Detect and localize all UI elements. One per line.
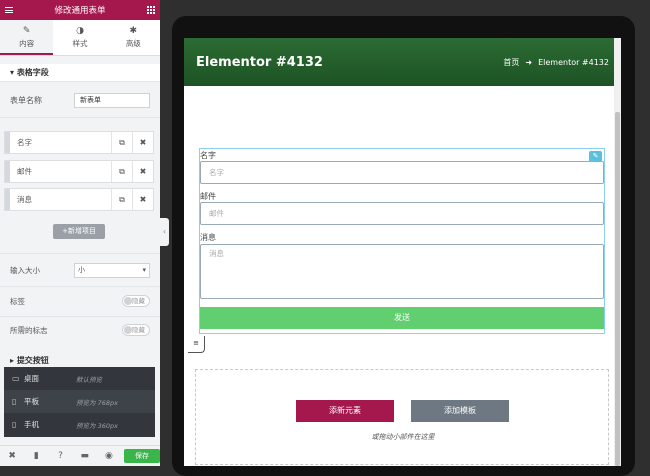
required-toggle[interactable]: 隐藏	[122, 324, 150, 336]
gear-icon: ✱	[129, 26, 138, 36]
close-icon[interactable]: ✖	[0, 451, 24, 461]
device-tablet[interactable]: ▯ 平板 预览为 768px	[4, 390, 155, 413]
tab-advanced[interactable]: ✱ 高级	[107, 20, 160, 55]
tab-style[interactable]: ◑ 样式	[53, 20, 106, 55]
panel-footer: ✖ ▮ ? ▬ ◉ 保存	[0, 445, 160, 466]
section-title: 提交按钮	[16, 356, 49, 365]
duplicate-icon[interactable]: ⧉	[111, 132, 132, 153]
add-template-button[interactable]: 添加模板	[411, 400, 509, 422]
section-title: 表格字段	[16, 68, 49, 77]
device-name: 手机	[24, 420, 39, 429]
arrow-right-icon: ➜	[525, 57, 533, 67]
name-field[interactable]: 名字	[200, 161, 604, 184]
item-label[interactable]: 消息	[10, 194, 111, 205]
tablet-icon[interactable]: ▮	[24, 451, 48, 461]
tab-label: 高级	[125, 39, 141, 48]
scrollbar[interactable]	[614, 38, 621, 466]
field-label: 消息	[200, 233, 216, 242]
field-label: 邮件	[200, 192, 216, 201]
item-label[interactable]: 邮件	[10, 166, 111, 177]
list-item[interactable]: 邮件 ⧉ ✖	[4, 160, 154, 183]
duplicate-icon[interactable]: ⧉	[111, 189, 132, 210]
required-row: 所需的标志 隐藏	[0, 323, 160, 337]
widgets-grid-icon[interactable]	[146, 6, 155, 14]
editor-panel: 修改通用表单 ✎ 内容 ◑ 样式 ✱ 高级 ▾ 表格字段 表单名称 新表单 名字 ⧉ …	[0, 0, 160, 466]
label-row: 标签 隐藏	[0, 294, 160, 308]
close-icon[interactable]: ✖	[132, 189, 153, 210]
form-name-label: 表单名称	[10, 95, 42, 105]
item-label[interactable]: 名字	[10, 137, 111, 148]
required-label: 所需的标志	[10, 325, 48, 335]
field-label: 名字	[200, 151, 216, 160]
device-desc: 预览为 360px	[76, 421, 118, 430]
device-name: 平板	[24, 397, 39, 406]
contrast-icon: ◑	[76, 26, 84, 36]
breadcrumb: 首页 ➜ Elementor #4132	[503, 57, 609, 68]
save-button[interactable]: 保存	[124, 449, 160, 463]
email-field[interactable]: 邮件	[200, 202, 604, 225]
device-menu: ▭ 桌面 默认预览 ▯ 平板 预览为 768px ▯ 手机 预览为 360px	[4, 367, 155, 437]
collapse-panel-button[interactable]: ‹	[160, 218, 169, 246]
tablet-icon: ▯	[12, 397, 17, 406]
form-name-input[interactable]: 新表单	[74, 92, 150, 108]
scrollbar-thumb[interactable]	[615, 112, 620, 466]
eye-icon[interactable]: ◉	[97, 451, 121, 461]
form-name-row: 表单名称 新表单	[0, 88, 160, 112]
mobile-icon: ▯	[12, 420, 17, 429]
tab-content[interactable]: ✎ 内容	[0, 20, 54, 55]
input-size-label: 输入大小	[10, 265, 40, 275]
folder-icon[interactable]: ▬	[73, 451, 97, 461]
panel-header: 修改通用表单	[0, 0, 160, 20]
input-size-select[interactable]: 小	[74, 262, 150, 278]
section-submit-button[interactable]: ▸ 提交按钮	[0, 355, 160, 367]
list-item[interactable]: 消息 ⧉ ✖	[4, 188, 154, 211]
form-widget[interactable]: ✎ 名字 名字 邮件 邮件 消息 消息 发送	[199, 148, 605, 334]
device-desktop[interactable]: ▭ 桌面 默认预览	[4, 367, 155, 390]
section-handle-icon[interactable]: ≡	[188, 336, 205, 353]
close-icon[interactable]: ✖	[132, 132, 153, 153]
pencil-icon: ✎	[22, 26, 31, 36]
device-mobile[interactable]: ▯ 手机 预览为 360px	[4, 413, 155, 436]
close-icon[interactable]: ✖	[132, 161, 153, 182]
desktop-icon: ▭	[12, 374, 20, 383]
add-element-button[interactable]: 添新元素	[296, 400, 394, 422]
help-icon[interactable]: ?	[48, 451, 72, 461]
site-header: Elementor #4132 首页 ➜ Elementor #4132	[184, 38, 621, 86]
menu-icon[interactable]	[5, 7, 13, 13]
drop-hint: 或拖动小部件在这里	[371, 433, 435, 441]
send-button[interactable]: 发送	[200, 307, 604, 329]
panel-title: 修改通用表单	[54, 6, 106, 16]
input-size-row: 输入大小 小	[0, 262, 160, 278]
add-item-button[interactable]: +新增项目	[53, 224, 105, 239]
tab-label: 样式	[72, 39, 88, 48]
breadcrumb-home[interactable]: 首页	[503, 57, 519, 68]
label-toggle[interactable]: 隐藏	[122, 295, 150, 307]
tab-label: 内容	[19, 39, 35, 48]
preview-canvas: Elementor #4132 首页 ➜ Elementor #4132 ✎ 名…	[184, 38, 621, 466]
message-field[interactable]: 消息	[200, 244, 604, 299]
drop-zone[interactable]: 添新元素 添加模板 或拖动小部件在这里	[195, 369, 609, 465]
list-item[interactable]: 名字 ⧉ ✖	[4, 131, 154, 154]
label-label: 标签	[10, 296, 25, 306]
device-desc: 预览为 768px	[76, 398, 118, 407]
section-form-fields[interactable]: ▾ 表格字段	[0, 64, 160, 82]
breadcrumb-current: Elementor #4132	[538, 57, 609, 67]
device-name: 桌面	[24, 374, 39, 383]
panel-tabs: ✎ 内容 ◑ 样式 ✱ 高级	[0, 20, 160, 56]
duplicate-icon[interactable]: ⧉	[111, 161, 132, 182]
site-title[interactable]: Elementor #4132	[196, 55, 323, 70]
device-desc: 默认预览	[76, 375, 102, 384]
